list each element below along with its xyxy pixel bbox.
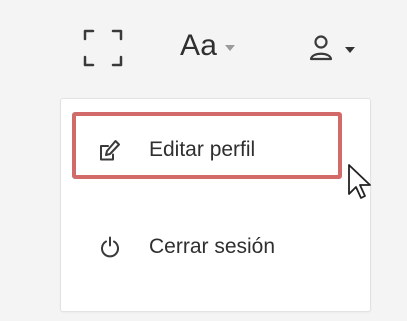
mouse-cursor-icon xyxy=(348,164,371,199)
chevron-down-icon xyxy=(225,44,236,51)
fullscreen-icon xyxy=(83,29,123,67)
font-size-label: Aa xyxy=(180,29,218,62)
menu-item-label: Editar perfil xyxy=(149,138,256,161)
top-toolbar: Aa xyxy=(0,0,407,95)
menu-item-edit-profile[interactable]: Editar perfil xyxy=(61,120,370,180)
user-dropdown-menu: Editar perfil Cerrar sesión xyxy=(60,98,371,312)
user-icon xyxy=(309,35,333,61)
edit-icon xyxy=(100,140,120,161)
font-size-button[interactable]: Aa xyxy=(180,24,236,68)
fullscreen-button[interactable] xyxy=(83,28,123,68)
menu-item-logout[interactable]: Cerrar sesión xyxy=(61,217,370,277)
menu-item-label: Cerrar sesión xyxy=(149,235,276,258)
user-menu-button[interactable] xyxy=(309,26,355,70)
power-icon xyxy=(101,236,119,258)
chevron-down-icon xyxy=(345,47,355,53)
